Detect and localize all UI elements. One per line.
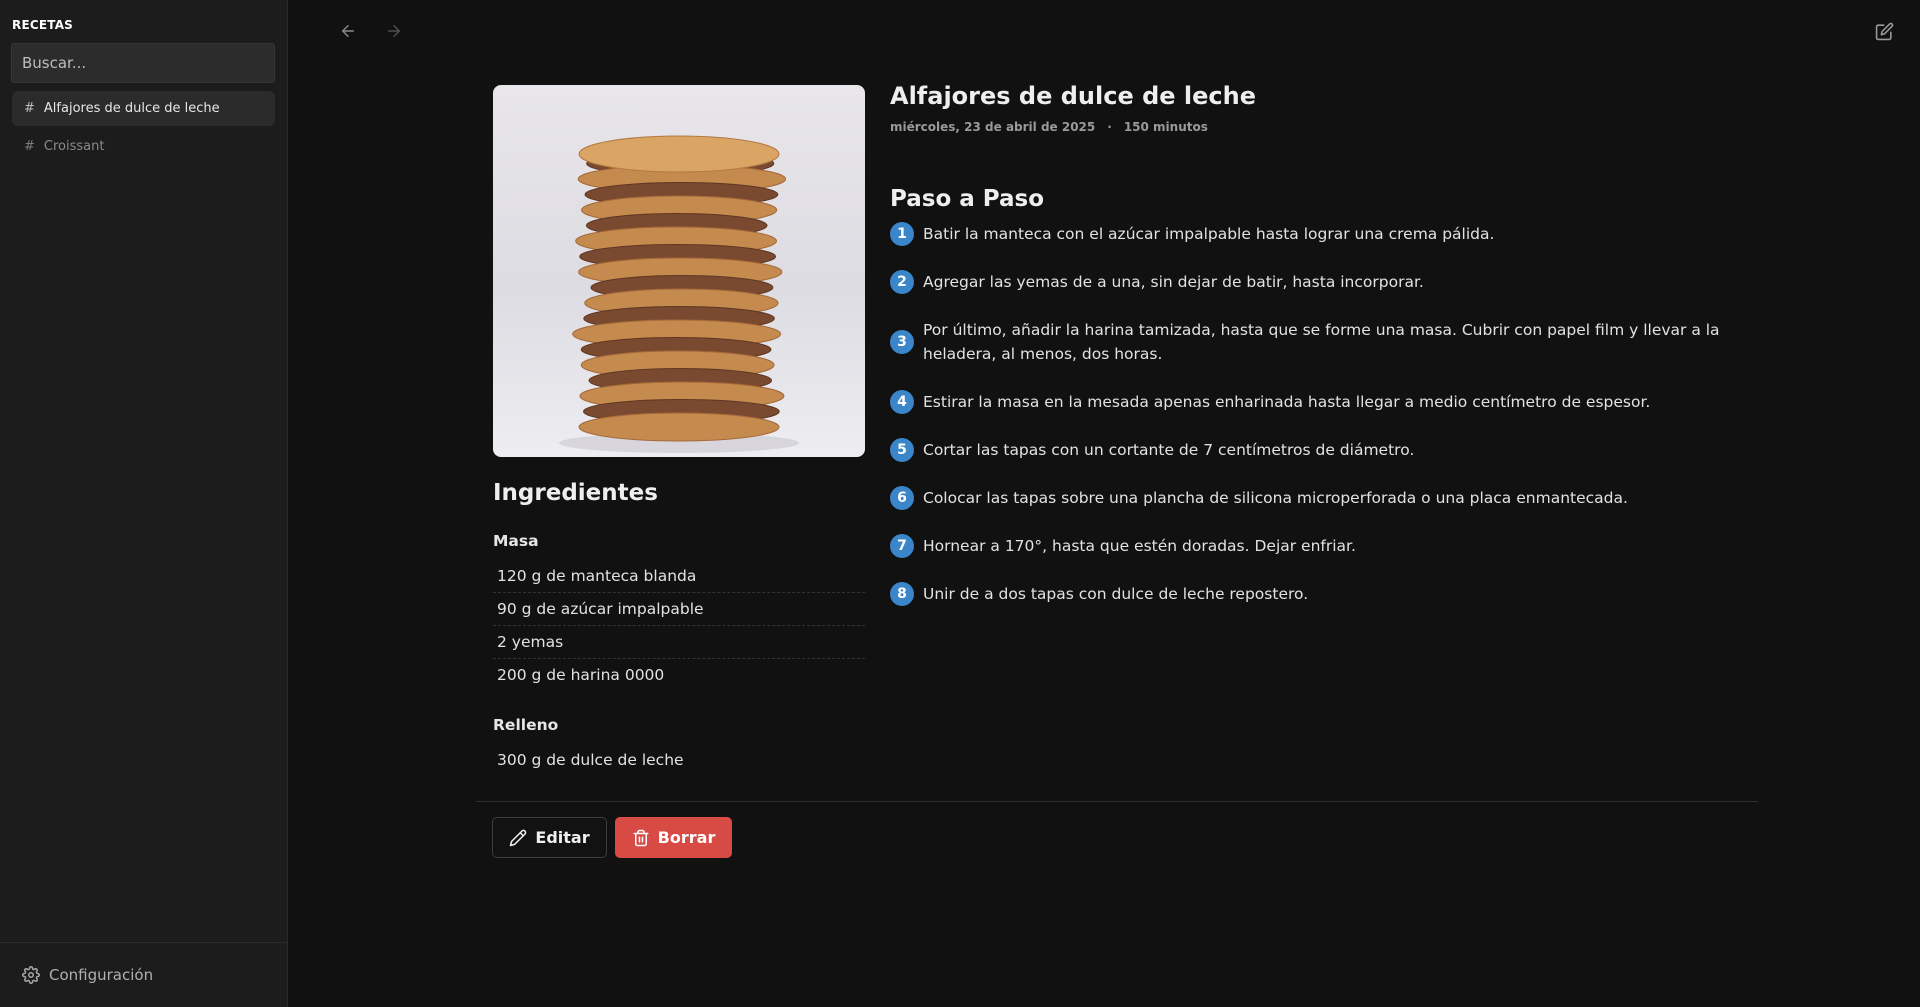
step-item: 8 Unir de a dos tapas con dulce de leche… bbox=[890, 582, 1740, 606]
divider bbox=[476, 801, 1758, 802]
alfajores-stack-image bbox=[559, 135, 799, 453]
ingredient-group-title: Relleno bbox=[493, 716, 559, 734]
step-item: 5 Cortar las tapas con un cortante de 7 … bbox=[890, 438, 1740, 462]
step-number-badge: 8 bbox=[890, 582, 914, 606]
steps-heading: Paso a Paso bbox=[890, 186, 1045, 212]
step-number-badge: 3 bbox=[890, 330, 914, 354]
step-text: Hornear a 170°, hasta que estén doradas.… bbox=[923, 537, 1356, 555]
hash-icon: # bbox=[24, 101, 35, 116]
step-item: 6 Colocar las tapas sobre una plancha de… bbox=[890, 486, 1740, 510]
step-item: 1 Batir la manteca con el azúcar impalpa… bbox=[890, 222, 1740, 246]
compose-button[interactable] bbox=[1872, 19, 1896, 43]
step-number-badge: 6 bbox=[890, 486, 914, 510]
recipe-photo bbox=[493, 85, 865, 457]
gear-icon bbox=[22, 966, 40, 984]
recipe-date: miércoles, 23 de abril de 2025 bbox=[890, 120, 1096, 134]
trash-icon bbox=[633, 829, 649, 846]
delete-button[interactable]: Borrar bbox=[615, 817, 732, 858]
step-item: 4 Estirar la masa en la mesada apenas en… bbox=[890, 390, 1740, 414]
ingredient-item: 200 g de harina 0000 bbox=[497, 666, 665, 684]
pencil-icon bbox=[510, 829, 527, 846]
ingredient-item: 120 g de manteca blanda bbox=[493, 560, 865, 593]
step-item: 2 Agregar las yemas de a una, sin dejar … bbox=[890, 270, 1740, 294]
ingredient-item: 90 g de azúcar impalpable bbox=[493, 593, 865, 626]
arrow-right-icon bbox=[388, 25, 400, 37]
ingredient-group-masa: Masa 120 g de manteca blanda 90 g de azú… bbox=[493, 532, 865, 692]
main-content: Alfajores de dulce de leche miércoles, 2… bbox=[288, 0, 1920, 1007]
step-number-badge: 7 bbox=[890, 534, 914, 558]
hash-icon: # bbox=[24, 139, 35, 154]
sidebar-item-label: Croissant bbox=[43, 139, 105, 154]
ingredients-heading: Ingredientes bbox=[493, 480, 658, 506]
step-text: Unir de a dos tapas con dulce de leche r… bbox=[923, 585, 1309, 603]
sidebar-item-alfajores[interactable]: # Alfajores de dulce de leche bbox=[12, 91, 275, 126]
recipe-meta: miércoles, 23 de abril de 2025 · 150 min… bbox=[890, 120, 1208, 134]
ingredient-item: 2 yemas bbox=[493, 626, 865, 659]
step-text: Estirar la masa en la mesada apenas enha… bbox=[923, 393, 1651, 411]
edit-button-label: Editar bbox=[535, 828, 590, 847]
step-text: Cortar las tapas con un cortante de 7 ce… bbox=[923, 441, 1415, 459]
step-text: Colocar las tapas sobre una plancha de s… bbox=[923, 489, 1628, 507]
recipe-duration: 150 minutos bbox=[1123, 120, 1208, 134]
top-cookie bbox=[578, 135, 780, 173]
cookie-layer bbox=[578, 412, 780, 442]
sidebar: RECETAS # Alfajores de dulce de leche # … bbox=[0, 0, 288, 1007]
sidebar-item-croissant[interactable]: # Croissant bbox=[12, 129, 275, 164]
step-text: Por último, añadir la harina tamizada, h… bbox=[923, 321, 1720, 363]
settings-button[interactable]: Configuración bbox=[0, 942, 287, 1007]
settings-label: Configuración bbox=[49, 966, 154, 984]
sidebar-item-label: Alfajores de dulce de leche bbox=[43, 101, 220, 116]
edit-button[interactable]: Editar bbox=[492, 817, 607, 858]
ingredient-item: 300 g de dulce de leche bbox=[497, 751, 684, 769]
step-number-badge: 4 bbox=[890, 390, 914, 414]
arrow-left-icon bbox=[342, 25, 354, 37]
step-number-badge: 1 bbox=[890, 222, 914, 246]
recipe-list: # Alfajores de dulce de leche # Croissan… bbox=[12, 91, 275, 167]
back-button[interactable] bbox=[336, 19, 360, 43]
step-text: Agregar las yemas de a una, sin dejar de… bbox=[923, 273, 1424, 291]
search-input[interactable] bbox=[11, 43, 275, 83]
delete-button-label: Borrar bbox=[657, 828, 716, 847]
ingredient-group-relleno: Relleno 300 g de dulce de leche bbox=[493, 716, 865, 777]
step-item: 7 Hornear a 170°, hasta que estén dorada… bbox=[890, 534, 1740, 558]
ingredient-group-title: Masa bbox=[493, 532, 539, 550]
meta-separator: · bbox=[1107, 120, 1112, 134]
forward-button[interactable] bbox=[382, 19, 406, 43]
app-root: RECETAS # Alfajores de dulce de leche # … bbox=[0, 0, 1920, 1007]
step-number-badge: 2 bbox=[890, 270, 914, 294]
step-number-badge: 5 bbox=[890, 438, 914, 462]
step-text: Batir la manteca con el azúcar impalpabl… bbox=[923, 225, 1495, 243]
edit-square-icon bbox=[1875, 22, 1893, 40]
sidebar-title: RECETAS bbox=[12, 18, 74, 32]
step-item: 3 Por último, añadir la harina tamizada,… bbox=[890, 318, 1740, 366]
recipe-title: Alfajores de dulce de leche bbox=[890, 82, 1256, 110]
